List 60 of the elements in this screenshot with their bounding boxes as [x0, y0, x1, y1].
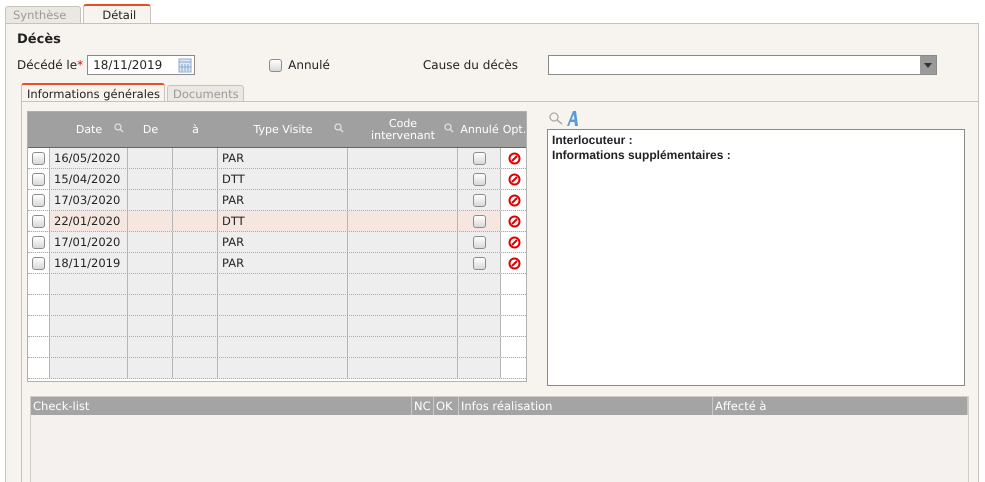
row-checkbox[interactable]: [472, 152, 486, 164]
prohibited-icon[interactable]: [508, 214, 520, 228]
row-checkbox[interactable]: [472, 256, 486, 270]
row-checkbox[interactable]: [32, 194, 45, 206]
row-checkbox[interactable]: [32, 152, 45, 164]
notes-line: Informations supplémentaires :: [552, 148, 732, 163]
table-cell: 18/11/2019: [50, 253, 128, 273]
table-cell: 17/03/2020: [50, 190, 128, 210]
tab[interactable]: Détail: [83, 4, 152, 24]
table-cell: DTT: [218, 169, 348, 189]
tab[interactable]: Informations générales: [21, 83, 165, 102]
field-label: Cause du décès: [422, 58, 518, 72]
column-header: Infos réalisation: [459, 397, 713, 415]
row-checkbox[interactable]: [32, 236, 45, 248]
table-cell: 17/01/2020: [50, 232, 128, 252]
prohibited-icon[interactable]: [508, 172, 520, 186]
search-icon[interactable]: [334, 123, 344, 133]
prohibited-icon[interactable]: [508, 194, 520, 206]
row-checkbox[interactable]: [472, 236, 486, 248]
prohibited-icon[interactable]: [508, 256, 520, 270]
column-header: NC: [412, 397, 434, 415]
row-checkbox[interactable]: [472, 214, 486, 228]
checkbox[interactable]: [269, 58, 282, 72]
table-cell: 22/01/2020: [50, 211, 128, 231]
row-checkbox[interactable]: [472, 194, 486, 206]
cause-dropdown[interactable]: [548, 55, 937, 75]
table-cell: PAR: [218, 232, 348, 252]
row-checkbox[interactable]: [32, 256, 45, 270]
font-icon[interactable]: [566, 110, 580, 126]
date-field[interactable]: 18/11/2019: [87, 55, 196, 75]
row-checkbox[interactable]: [32, 214, 45, 228]
checkbox-label: Annulé: [288, 58, 330, 72]
row-checkbox[interactable]: [472, 172, 486, 186]
table-row[interactable]: 16/05/2020 PAR: [28, 148, 526, 169]
table-cell: DTT: [218, 211, 348, 231]
search-icon[interactable]: [114, 123, 124, 133]
table-row[interactable]: 22/01/2020 DTT: [28, 211, 526, 232]
table-cell: 15/04/2020: [50, 169, 128, 189]
search-icon[interactable]: [444, 123, 454, 133]
table-cell: PAR: [218, 253, 348, 273]
field-label: Décédé le*: [17, 58, 84, 72]
notes-line: Interlocuteur :: [552, 133, 634, 148]
notes-area[interactable]: Interlocuteur : Informations supplémentaires :: [547, 129, 965, 386]
column-header: OK: [434, 397, 459, 415]
section-title: Décès: [17, 32, 62, 49]
caret-icon: [924, 62, 932, 68]
row-checkbox[interactable]: [32, 172, 45, 186]
table-cell: PAR: [218, 148, 348, 168]
prohibited-icon[interactable]: [508, 152, 520, 164]
table-row[interactable]: 17/03/2020 PAR: [28, 190, 526, 211]
column-header: Check-list: [31, 397, 412, 415]
search-icon[interactable]: [549, 112, 563, 124]
table-row[interactable]: 15/04/2020 DTT: [28, 169, 526, 190]
table-cell: PAR: [218, 190, 348, 210]
calendar-icon[interactable]: [178, 57, 192, 73]
column-header: Affecté à: [713, 397, 968, 415]
table-cell: 16/05/2020: [50, 148, 128, 168]
table-row[interactable]: 18/11/2019 PAR: [28, 253, 526, 274]
table-row[interactable]: 17/01/2020 PAR: [28, 232, 526, 253]
prohibited-icon[interactable]: [508, 236, 520, 248]
